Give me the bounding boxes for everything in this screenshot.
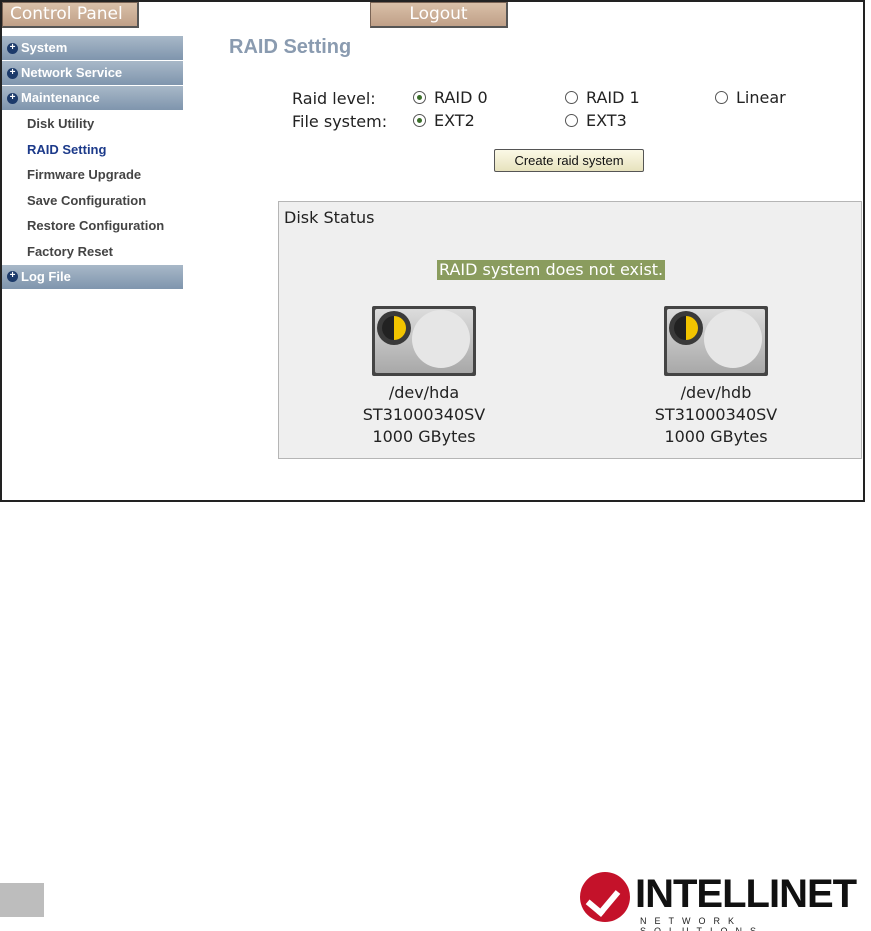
sidebar-item-restore-configuration[interactable]: Restore Configuration xyxy=(2,213,183,239)
page-title: RAID Setting xyxy=(229,36,352,58)
brand-name: INTELLINET xyxy=(635,872,857,916)
sidebar-section-system[interactable]: + System xyxy=(2,36,183,60)
radio-unselected-icon xyxy=(565,114,578,127)
radio-label: Linear xyxy=(736,88,786,107)
radio-label: EXT3 xyxy=(586,111,627,130)
raid-0-radio[interactable]: RAID 0 xyxy=(413,88,488,107)
create-raid-button[interactable]: Create raid system xyxy=(494,149,644,172)
hard-disk-icon xyxy=(664,306,768,376)
sidebar-item-raid-setting[interactable]: RAID Setting xyxy=(2,137,183,163)
page-number-tab xyxy=(0,883,44,917)
hard-disk-icon xyxy=(372,306,476,376)
plus-circle-icon: + xyxy=(7,92,18,104)
radio-label: EXT2 xyxy=(434,111,475,130)
disk-device: /dev/hda xyxy=(388,383,460,402)
disk-model: ST31000340SV xyxy=(362,405,486,424)
radio-selected-icon xyxy=(413,114,426,127)
radio-label: RAID 1 xyxy=(586,88,640,107)
radio-label: RAID 0 xyxy=(434,88,488,107)
disk-device: /dev/hdb xyxy=(680,383,752,402)
sidebar-item-factory-reset[interactable]: Factory Reset xyxy=(2,239,183,265)
status-message: RAID system does not exist. xyxy=(437,260,666,280)
ext2-radio[interactable]: EXT2 xyxy=(413,111,475,130)
sidebar: + System + Network Service + Maintenance… xyxy=(2,36,183,290)
disk-model: ST31000340SV xyxy=(654,405,778,424)
disk-size: 1000 GBytes xyxy=(372,427,476,446)
disk-status-panel: Disk Status RAID system does not exist. … xyxy=(278,201,862,459)
sidebar-section-label: Maintenance xyxy=(21,90,100,105)
disk-size: 1000 GBytes xyxy=(664,427,768,446)
raid-level-label: Raid level: xyxy=(292,89,376,108)
sidebar-item-disk-utility[interactable]: Disk Utility xyxy=(2,111,183,137)
ext3-radio[interactable]: EXT3 xyxy=(565,111,627,130)
sidebar-section-maintenance[interactable]: + Maintenance xyxy=(2,86,183,110)
radio-unselected-icon xyxy=(715,91,728,104)
plus-circle-icon: + xyxy=(7,67,18,79)
plus-circle-icon: + xyxy=(7,271,18,283)
sidebar-section-label: Network Service xyxy=(21,65,123,80)
disk-hda: /dev/hda ST31000340SV 1000 GBytes xyxy=(344,306,504,448)
sidebar-item-save-configuration[interactable]: Save Configuration xyxy=(2,188,183,214)
disk-hdb: /dev/hdb ST31000340SV 1000 GBytes xyxy=(636,306,796,448)
plus-circle-icon: + xyxy=(7,42,18,54)
sidebar-section-label: System xyxy=(21,40,68,55)
sidebar-section-log-file[interactable]: + Log File xyxy=(2,264,183,289)
logout-button[interactable]: Logout xyxy=(370,2,508,28)
radio-unselected-icon xyxy=(565,91,578,104)
file-system-label: File system: xyxy=(292,112,388,131)
radio-selected-icon xyxy=(413,91,426,104)
intellinet-logo: INTELLINET NETWORK SOLUTIONS xyxy=(580,872,870,931)
app-window: Control Panel Logout + System + Network … xyxy=(0,0,865,502)
sidebar-section-label: Log File xyxy=(21,268,71,284)
control-panel-tab[interactable]: Control Panel xyxy=(2,2,139,28)
linear-radio[interactable]: Linear xyxy=(715,88,786,107)
disk-status-title: Disk Status xyxy=(284,208,375,227)
checkmark-logo-icon xyxy=(580,872,630,922)
brand-subtitle: NETWORK SOLUTIONS xyxy=(640,916,765,931)
sidebar-section-network-service[interactable]: + Network Service xyxy=(2,61,183,85)
sidebar-item-firmware-upgrade[interactable]: Firmware Upgrade xyxy=(2,162,183,188)
raid-1-radio[interactable]: RAID 1 xyxy=(565,88,640,107)
